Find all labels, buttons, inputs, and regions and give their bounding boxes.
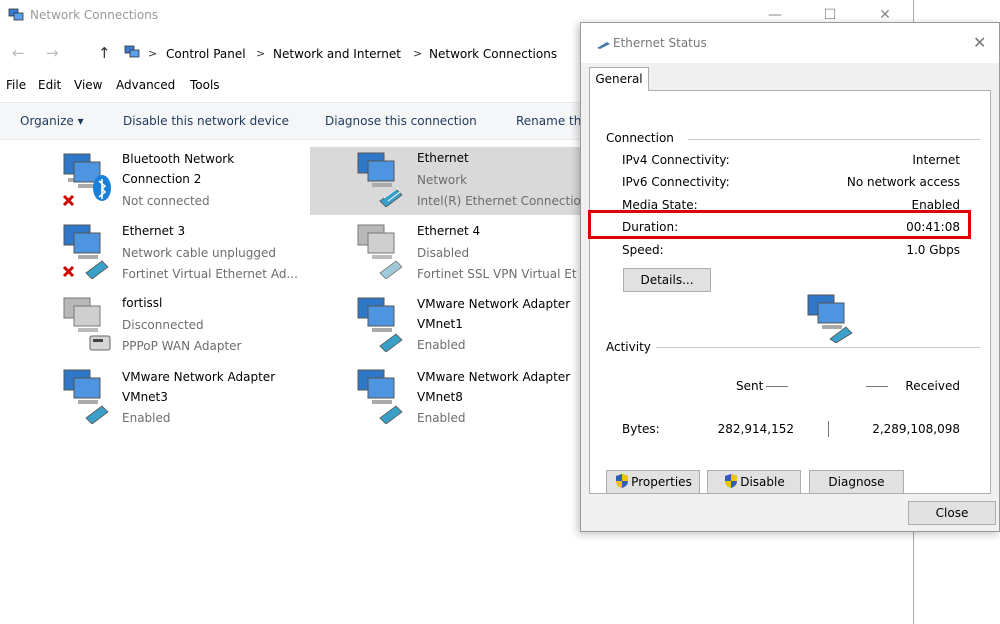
control-panel-icon [124, 45, 140, 58]
vmware-adapter-icon [63, 369, 109, 424]
menu-edit[interactable]: Edit [38, 78, 61, 92]
forward-arrow-icon[interactable]: → [46, 44, 59, 62]
uac-shield-icon [616, 474, 629, 488]
disable-device-button[interactable]: Disable this network device [123, 114, 289, 128]
group-divider [688, 139, 980, 140]
activity-group-label: Activity [606, 340, 655, 354]
vmware-adapter-icon [357, 369, 403, 424]
close-button[interactable]: Close [908, 501, 996, 525]
connection-item-vmnet8[interactable]: VMware Network Adapter VMnet8 Enabled [310, 364, 600, 432]
breadcrumb-network-and-internet[interactable]: Network and Internet [273, 47, 401, 61]
connection-item-ethernet-4[interactable]: Ethernet 4 Disabled Fortinet SSL VPN Vir… [310, 219, 600, 287]
diagnose-button[interactable]: Diagnose [809, 470, 904, 494]
up-arrow-icon[interactable]: ↑ [98, 44, 111, 62]
disable-button[interactable]: Disable [707, 470, 801, 494]
general-tab-panel: Connection IPv4 Connectivity: Internet I… [589, 90, 991, 494]
organize-button[interactable]: Organize ▾ [20, 114, 84, 128]
menu-tools[interactable]: Tools [190, 78, 220, 92]
dialog-title-bar: Ethernet Status ✕ [581, 23, 999, 63]
breadcrumb-control-panel[interactable]: Control Panel [166, 47, 246, 61]
network-activity-icon [807, 294, 853, 343]
back-arrow-icon[interactable]: ← [12, 44, 25, 62]
received-dash [866, 386, 888, 387]
connection-adapter: Intel(R) Ethernet Connection [417, 194, 589, 208]
details-button[interactable]: Details... [623, 268, 711, 292]
bytes-separator [828, 421, 829, 437]
diagnose-connection-button[interactable]: Diagnose this connection [325, 114, 477, 128]
connection-group-label: Connection [606, 131, 678, 145]
speed-highlight-box [588, 210, 971, 239]
connection-item-ethernet[interactable]: Ethernet Network Intel(R) Ethernet Conne… [310, 147, 600, 215]
bluetooth-network-icon [62, 153, 111, 207]
bytes-sent-value: 282,914,152 [717, 422, 794, 436]
properties-button[interactable]: Properties [606, 470, 700, 494]
close-icon[interactable]: ✕ [973, 33, 986, 52]
ethernet-network-icon [357, 152, 403, 207]
received-label: Received [905, 379, 960, 393]
breadcrumb-separator: > [148, 47, 158, 60]
group-divider [656, 347, 980, 348]
tab-general[interactable]: General [589, 67, 649, 91]
menu-view[interactable]: View [74, 78, 102, 92]
rename-button[interactable]: Rename th [516, 114, 581, 128]
speed-label: Speed: [622, 243, 664, 257]
ethernet-status-dialog: Ethernet Status ✕ General Connection IPv… [580, 22, 1000, 532]
connection-item-vmnet3[interactable]: VMware Network Adapter VMnet3 Enabled [56, 364, 346, 432]
breadcrumb-separator[interactable]: > [256, 47, 265, 60]
ethernet-cable-icon [597, 42, 610, 49]
connection-item-fortissl[interactable]: fortissl Disconnected PPPoP WAN Adapter [56, 292, 346, 360]
bytes-received-value: 2,289,108,098 [872, 422, 960, 436]
menu-advanced[interactable]: Advanced [116, 78, 175, 92]
connection-item-ethernet-3[interactable]: Ethernet 3 Network cable unplugged Forti… [56, 219, 346, 287]
breadcrumb-separator[interactable]: > [413, 47, 422, 60]
window-title: Network Connections [30, 8, 159, 22]
sent-label: Sent [736, 379, 764, 393]
connection-adapter: Fortinet SSL VPN Virtual Et... [417, 267, 577, 281]
speed-value: 1.0 Gbps [906, 243, 960, 257]
connection-item-bluetooth[interactable]: Bluetooth Network Connection 2 Not conne… [56, 148, 346, 216]
vmware-adapter-icon [357, 297, 403, 352]
ethernet-disconnected-icon [62, 224, 109, 279]
bytes-label: Bytes: [622, 422, 660, 436]
menu-file[interactable]: File [6, 78, 26, 92]
connection-item-vmnet1[interactable]: VMware Network Adapter VMnet1 Enabled [310, 292, 600, 360]
breadcrumb-network-connections[interactable]: Network Connections [429, 47, 557, 61]
dialog-title: Ethernet Status [613, 36, 707, 50]
ipv6-label: IPv6 Connectivity: [622, 175, 730, 189]
network-connections-icon [8, 8, 24, 21]
modem-disconnected-icon [63, 297, 111, 351]
disable-label: Disable [740, 475, 785, 489]
properties-label: Properties [631, 475, 692, 489]
ethernet-disabled-icon [357, 224, 403, 279]
ipv6-value: No network access [846, 175, 960, 189]
sent-dash [766, 386, 788, 387]
uac-shield-icon [725, 474, 738, 488]
ipv4-label: IPv4 Connectivity: [622, 153, 730, 167]
ipv4-value: Internet [912, 153, 960, 167]
